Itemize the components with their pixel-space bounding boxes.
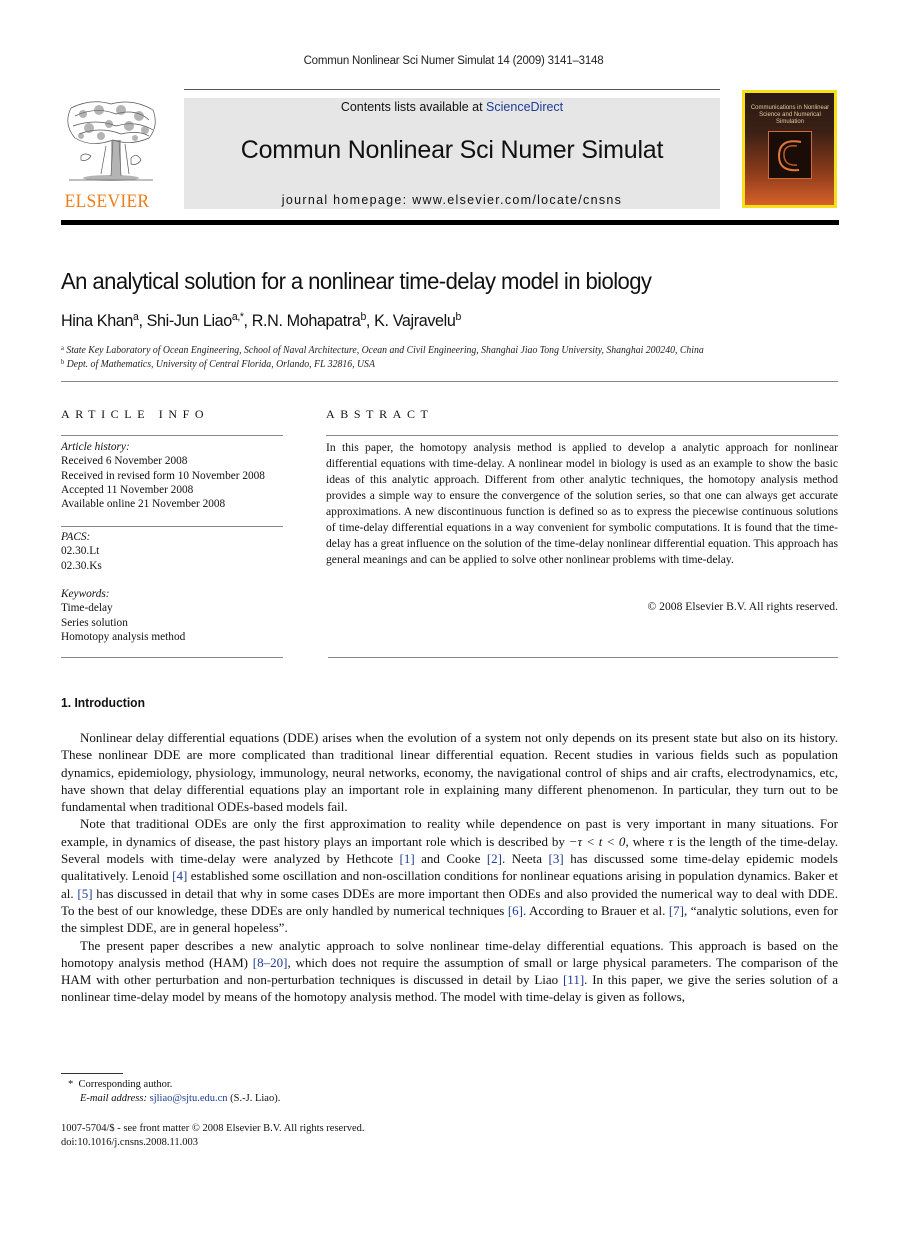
pacs-block: PACS: 02.30.Lt 02.30.Ks (61, 530, 283, 573)
doi-link[interactable]: doi:10.1016/j.cnsns.2008.11.003 (61, 1136, 364, 1150)
text-run: and Cooke (414, 851, 487, 867)
footnote: * Corresponding author. E-mail address: … (68, 1078, 280, 1106)
email-suffix: (S.-J. Liao). (227, 1093, 281, 1104)
citation-link[interactable]: [2] (487, 851, 502, 866)
abstract-copyright: © 2008 Elsevier B.V. All rights reserved… (647, 600, 838, 613)
author-affil-mark[interactable]: b (455, 311, 461, 323)
abstract-bottom-divider (328, 657, 838, 658)
email-label: E-mail address: (80, 1093, 150, 1104)
author-separator: , (243, 311, 252, 330)
history-item: Accepted 11 November 2008 (61, 483, 194, 496)
article-title: An analytical solution for a nonlinear t… (61, 268, 652, 294)
journal-cover-thumbnail[interactable]: Communications in Nonlinear Science and … (742, 90, 837, 208)
citation-link[interactable]: [5] (77, 886, 92, 901)
pacs-item: 02.30.Ks (61, 559, 102, 572)
history-label: Article history: (61, 441, 130, 453)
author-name[interactable]: Shi-Jun Liao (147, 311, 233, 330)
footnote-rule (61, 1073, 123, 1074)
journal-masthead: Contents lists available at ScienceDirec… (184, 98, 720, 209)
author-name[interactable]: Hina Khan (61, 311, 133, 330)
history-item: Received 6 November 2008 (61, 455, 188, 468)
text-run: . Neeta (502, 851, 549, 867)
elsevier-logo[interactable]: ELSEVIER (61, 96, 161, 212)
bottom-metadata: 1007-5704/$ - see front matter © 2008 El… (61, 1122, 364, 1150)
header-bottom-rule (61, 220, 839, 225)
elsevier-wordmark: ELSEVIER (64, 191, 150, 212)
citation-link[interactable]: [11] (563, 972, 584, 987)
keywords-block: Keywords: Time-delay Series solution Hom… (61, 587, 283, 644)
keywords-divider (61, 657, 283, 658)
contents-line: Contents lists available at ScienceDirec… (184, 100, 720, 114)
paragraph: Nonlinear delay differential equations (… (61, 730, 838, 815)
issn-line: 1007-5704/$ - see front matter © 2008 El… (61, 1123, 365, 1134)
header-top-rule (184, 89, 720, 90)
citation-link[interactable]: [7] (669, 903, 684, 918)
affiliation-text: State Key Laboratory of Ocean Engineerin… (66, 345, 704, 356)
journal-homepage-link[interactable]: journal homepage: www.elsevier.com/locat… (184, 193, 720, 207)
cover-image (768, 131, 812, 179)
citation-link[interactable]: [6] (508, 903, 523, 918)
affiliation-mark: a (61, 344, 64, 352)
affiliation-divider (61, 381, 838, 382)
abstract-text: In this paper, the homotopy analysis met… (326, 441, 838, 566)
author-name[interactable]: R.N. Mohapatra (252, 311, 361, 330)
keyword-item: Series solution (61, 616, 128, 629)
author-separator: , (138, 311, 147, 330)
cover-spiral-icon (777, 140, 802, 172)
history-divider (61, 526, 283, 527)
keyword-item: Homotopy analysis method (61, 630, 186, 643)
author-affil-mark[interactable]: a,* (232, 311, 244, 323)
affiliation-a: a State Key Laboratory of Ocean Engineer… (61, 344, 704, 356)
affiliation-mark: b (61, 358, 65, 366)
journal-title: Commun Nonlinear Sci Numer Simulat (240, 136, 664, 164)
text-run: . According to Brauer et al. (522, 902, 669, 918)
cover-artwork: Communications in Nonlinear Science and … (745, 93, 834, 205)
introduction-body: Nonlinear delay differential equations (… (61, 729, 838, 1006)
section-heading-introduction: 1. Introduction (61, 695, 145, 710)
footnote-corresponding: Corresponding author. (78, 1079, 173, 1090)
keyword-item: Time-delay (61, 602, 113, 615)
keywords-label: Keywords: (61, 588, 110, 600)
pacs-item: 02.30.Lt (61, 545, 100, 558)
citation-link[interactable]: [8–20] (253, 955, 288, 970)
abstract-divider (326, 435, 838, 436)
article-history: Article history: Received 6 November 200… (61, 440, 283, 511)
text-run: , where (625, 833, 669, 849)
citation-link[interactable]: [4] (172, 868, 187, 883)
author-name[interactable]: K. Vajravelu (374, 311, 456, 330)
citation-link[interactable]: [1] (399, 851, 414, 866)
article-info-divider (61, 435, 283, 436)
paragraph: Note that traditional ODEs are only the … (61, 815, 838, 936)
history-item: Available online 21 November 2008 (61, 498, 226, 511)
running-head: Commun Nonlinear Sci Numer Simulat 14 (2… (303, 55, 604, 67)
abstract-heading: ABSTRACT (326, 407, 434, 421)
footnote-mark: * (68, 1079, 74, 1090)
inline-math: −τ < t < 0 (568, 833, 626, 849)
article-info-heading: ARTICLE INFO (61, 407, 210, 421)
affiliation-b: b Dept. of Mathematics, University of Ce… (61, 358, 375, 370)
author-separator: , (365, 311, 375, 330)
history-item: Received in revised form 10 November 200… (61, 469, 265, 482)
sciencedirect-link[interactable]: ScienceDirect (486, 100, 563, 114)
elsevier-tree-icon (61, 96, 161, 184)
affiliation-text: Dept. of Mathematics, University of Cent… (66, 359, 375, 370)
paragraph: The present paper describes a new analyt… (61, 937, 838, 1006)
contents-prefix: Contents lists available at (340, 100, 487, 114)
citation-link[interactable]: [3] (549, 851, 564, 866)
cover-title: Communications in Nonlinear Science and … (750, 105, 830, 125)
author-list: Hina Khana, Shi-Jun Liaoa,*, R.N. Mohapa… (61, 311, 461, 331)
pacs-label: PACS: (61, 531, 91, 543)
email-link[interactable]: sjliao@sjtu.edu.cn (150, 1093, 228, 1104)
